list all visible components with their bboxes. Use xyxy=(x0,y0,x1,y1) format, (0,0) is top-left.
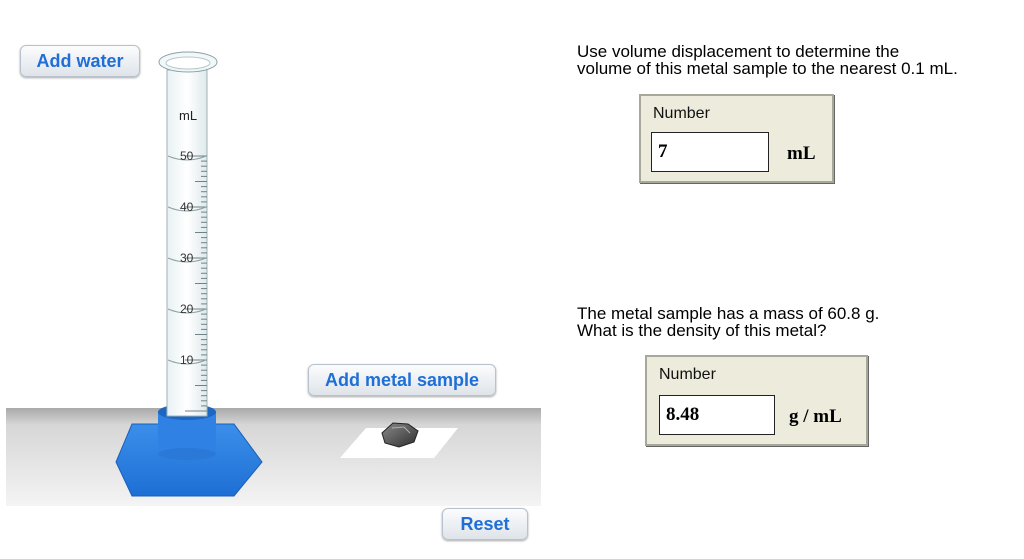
density-unit: g / mL xyxy=(789,406,842,427)
lab-bench xyxy=(6,408,541,506)
lab-scene xyxy=(6,51,541,506)
volume-unit: mL xyxy=(787,143,816,164)
question-2-line-1: The metal sample has a mass of 60.8 g. xyxy=(577,304,880,323)
volume-number-label: Number xyxy=(653,105,710,122)
add-water-button[interactable]: Add water xyxy=(20,45,140,77)
add-metal-sample-button[interactable]: Add metal sample xyxy=(308,364,496,396)
density-answer-box: Number 8.48 g / mL xyxy=(645,355,868,446)
question-1-line-2: volume of this metal sample to the neare… xyxy=(577,59,958,78)
question-1-text: Use volume displacement to determine the… xyxy=(577,43,1017,77)
cylinder-tick-label: 20 xyxy=(180,302,194,316)
cylinder-tick-label: 10 xyxy=(180,353,194,367)
volume-input[interactable]: 7 xyxy=(651,132,769,172)
density-input[interactable]: 8.48 xyxy=(659,395,775,435)
cylinder-tick-label: 40 xyxy=(180,200,194,214)
question-2-text: The metal sample has a mass of 60.8 g. W… xyxy=(577,305,1017,339)
cylinder-unit-label: mL xyxy=(179,108,198,123)
reset-button[interactable]: Reset xyxy=(442,508,528,540)
density-number-label: Number xyxy=(659,366,716,383)
question-1-line-1: Use volume displacement to determine the xyxy=(577,42,900,61)
volume-answer-box: Number 7 mL xyxy=(639,94,834,183)
cylinder-tick-label: 50 xyxy=(180,149,194,163)
cylinder-tick-label: 30 xyxy=(180,251,194,265)
question-2-line-2: What is the density of this metal? xyxy=(577,321,827,340)
